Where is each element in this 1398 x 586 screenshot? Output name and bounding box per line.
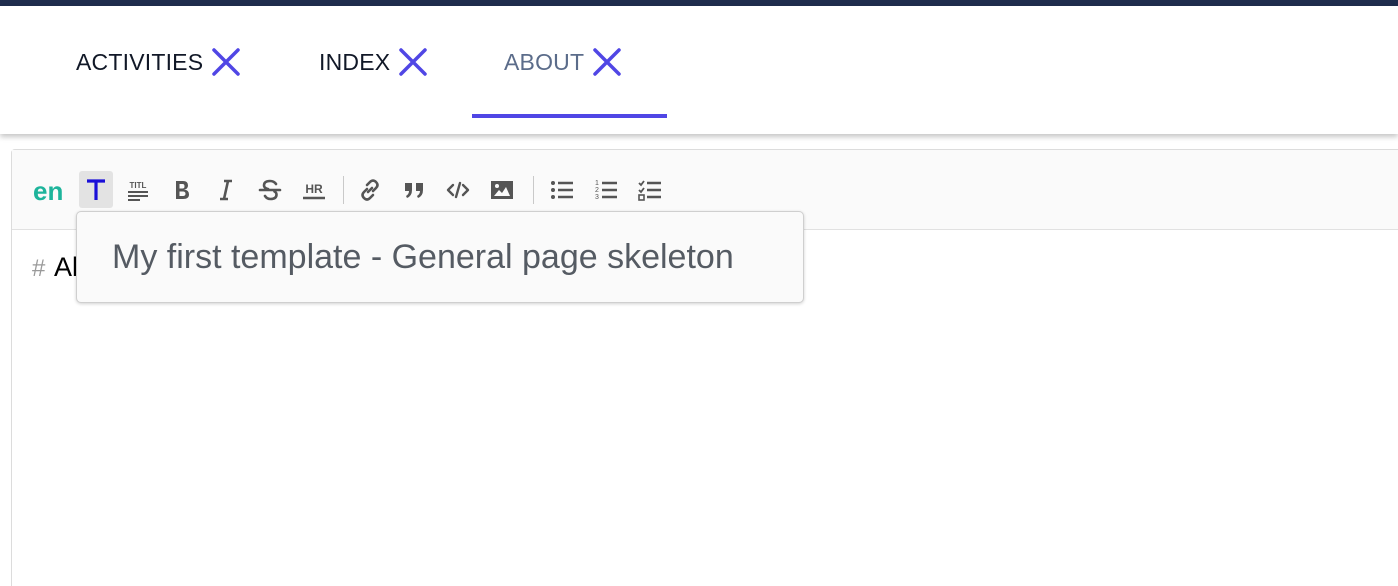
tab-bar: ACTIVITIES INDEX ABOUT bbox=[0, 6, 1398, 134]
tab-index[interactable]: INDEX bbox=[319, 6, 428, 118]
horizontal-rule-icon: HR bbox=[303, 182, 325, 199]
link-button[interactable] bbox=[353, 171, 387, 208]
quote-button[interactable] bbox=[397, 171, 431, 208]
numbered-list-button[interactable]: 1 2 3 bbox=[589, 171, 623, 208]
bulleted-list-button[interactable] bbox=[545, 171, 579, 208]
close-icon[interactable] bbox=[398, 47, 428, 77]
svg-text:HR: HR bbox=[305, 182, 323, 196]
strikethrough-button[interactable] bbox=[253, 171, 287, 208]
template-dropdown-item[interactable]: My first template - General page skeleto… bbox=[76, 211, 804, 303]
image-icon bbox=[491, 180, 513, 199]
bulleted-list-icon bbox=[551, 180, 573, 199]
strikethrough-icon bbox=[258, 179, 282, 200]
quote-icon bbox=[405, 182, 423, 198]
template-item-label: My first template - General page skeleto… bbox=[112, 237, 734, 276]
language-label[interactable]: en bbox=[33, 176, 63, 206]
code-button[interactable] bbox=[441, 171, 475, 208]
svg-text:1: 1 bbox=[595, 180, 599, 187]
italic-icon bbox=[220, 179, 232, 200]
image-button[interactable] bbox=[485, 171, 519, 208]
title-button[interactable]: TITL bbox=[121, 171, 155, 208]
horizontal-rule-button[interactable]: HR bbox=[297, 171, 331, 208]
svg-text:3: 3 bbox=[595, 194, 599, 201]
bold-button[interactable] bbox=[165, 171, 199, 208]
checklist-button[interactable] bbox=[633, 171, 667, 208]
code-icon bbox=[446, 181, 470, 198]
svg-text:2: 2 bbox=[595, 187, 599, 194]
toolbar-separator bbox=[343, 176, 344, 204]
toolbar-separator bbox=[533, 176, 534, 204]
heading-text: Al bbox=[54, 252, 79, 282]
numbered-list-icon: 1 2 3 bbox=[595, 180, 617, 201]
markdown-hash: # bbox=[32, 255, 46, 282]
tab-label: ABOUT bbox=[504, 48, 585, 75]
template-button[interactable] bbox=[79, 171, 113, 208]
tab-label: ACTIVITIES bbox=[76, 48, 204, 75]
active-tab-indicator bbox=[472, 114, 667, 118]
tab-about[interactable]: ABOUT bbox=[504, 6, 622, 118]
bold-icon bbox=[176, 180, 189, 199]
svg-text:TITL: TITL bbox=[130, 181, 147, 190]
checklist-icon bbox=[638, 179, 661, 201]
close-icon[interactable] bbox=[211, 47, 241, 77]
italic-button[interactable] bbox=[209, 171, 243, 208]
tab-activities[interactable]: ACTIVITIES bbox=[76, 6, 241, 118]
tab-label: INDEX bbox=[319, 48, 391, 75]
title-icon: TITL bbox=[128, 181, 148, 201]
link-icon bbox=[361, 178, 379, 201]
template-icon bbox=[87, 178, 105, 200]
close-icon[interactable] bbox=[592, 47, 622, 77]
